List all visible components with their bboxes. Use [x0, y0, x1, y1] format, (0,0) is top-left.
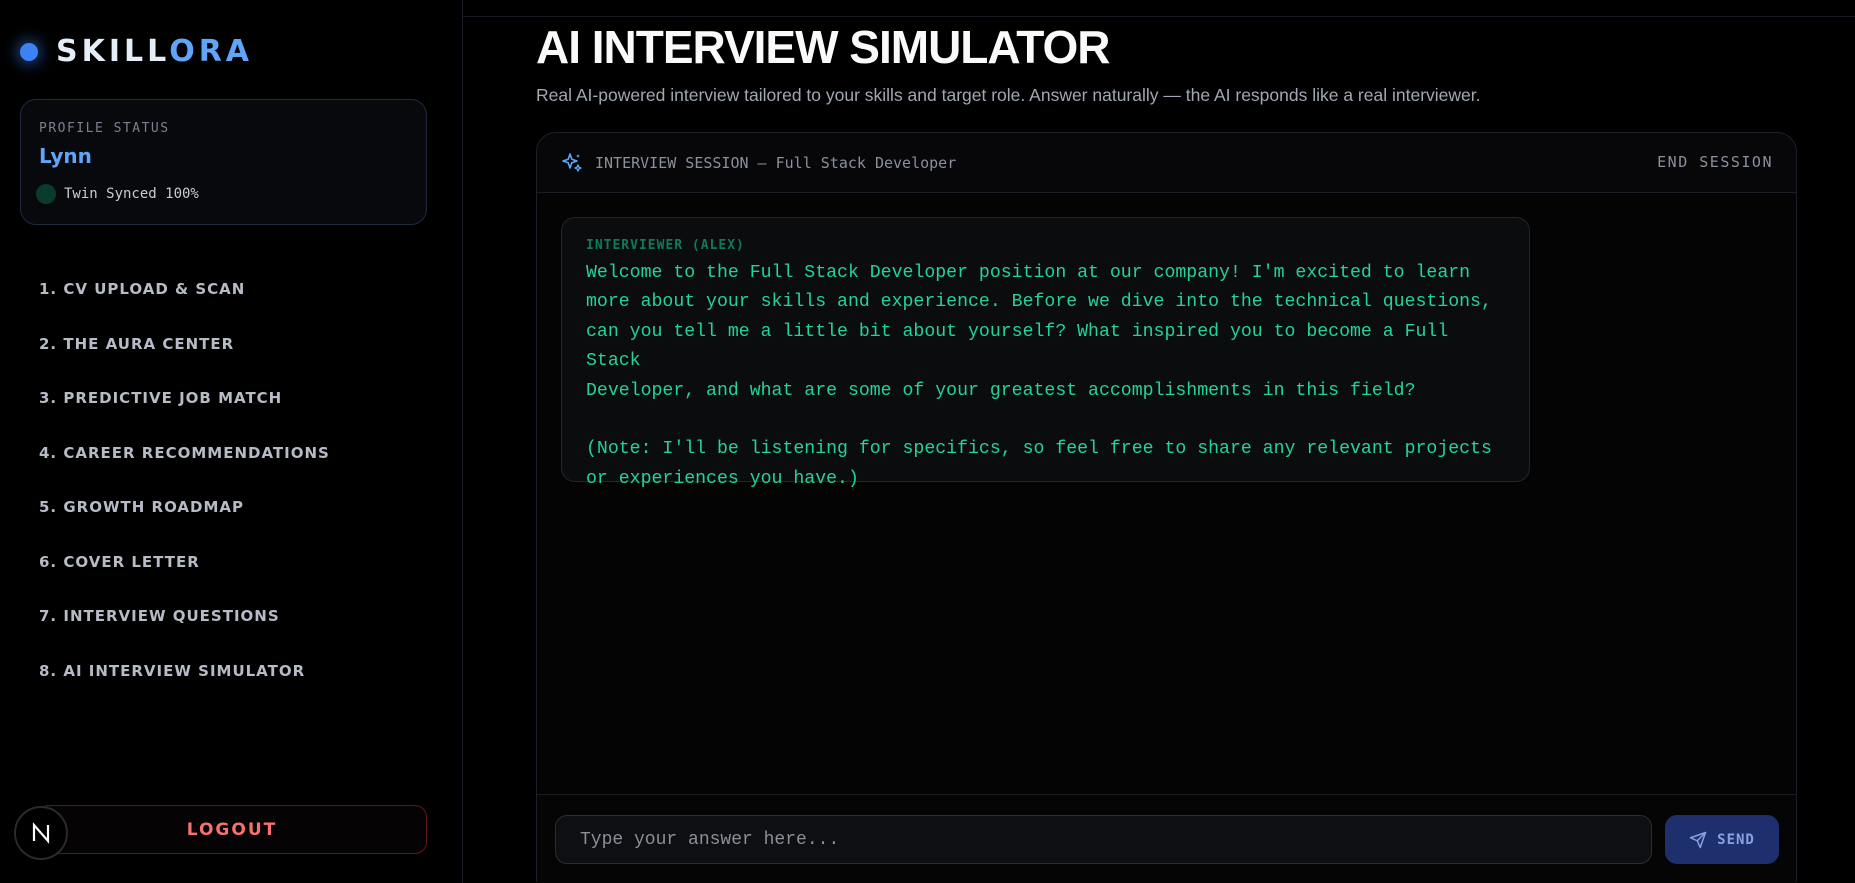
- sync-status-text: Twin Synced 100%: [64, 186, 199, 202]
- message-sender: INTERVIEWER (ALEX): [586, 238, 745, 253]
- top-divider: [463, 16, 1855, 17]
- profile-card: PROFILE STATUS Lynn Twin Synced 100%: [20, 99, 427, 225]
- n-badge[interactable]: [14, 806, 68, 860]
- sync-dot-icon: [36, 184, 56, 204]
- logo-dot-icon: [20, 42, 38, 61]
- logo[interactable]: SKILLORA: [20, 34, 253, 69]
- sidebar-item-interview-questions[interactable]: 7. INTERVIEW QUESTIONS: [39, 589, 330, 644]
- interviewer-message: INTERVIEWER (ALEX) Welcome to the Full S…: [561, 217, 1530, 489]
- sidebar-item-career-recommendations[interactable]: 4. CAREER RECOMMENDATIONS: [39, 426, 330, 481]
- profile-status-label: PROFILE STATUS: [39, 121, 170, 136]
- session-header: INTERVIEW SESSION — Full Stack Developer…: [537, 133, 1796, 193]
- page-subtitle: Real AI-powered interview tailored to yo…: [536, 85, 1481, 105]
- send-label: SEND: [1717, 831, 1755, 848]
- n-logo-icon: [32, 822, 50, 844]
- message-text: Welcome to the Full Stack Developer posi…: [586, 263, 1492, 489]
- send-button[interactable]: SEND: [1665, 815, 1779, 864]
- interview-session-panel: INTERVIEW SESSION — Full Stack Developer…: [536, 132, 1797, 883]
- sparkles-icon: [562, 153, 582, 172]
- sidebar-item-growth-roadmap[interactable]: 5. GROWTH ROADMAP: [39, 480, 330, 535]
- sidebar: SKILLORA PROFILE STATUS Lynn Twin Synced…: [0, 0, 463, 883]
- logo-text: SKILLORA: [56, 34, 254, 69]
- sidebar-item-ai-interview-simulator[interactable]: 8. AI INTERVIEW SIMULATOR: [39, 644, 330, 699]
- sidebar-item-job-match[interactable]: 3. PREDICTIVE JOB MATCH: [39, 371, 330, 426]
- answer-input[interactable]: [555, 815, 1652, 864]
- end-session-button[interactable]: END SESSION: [1657, 153, 1773, 171]
- sidebar-nav: 1. CV UPLOAD & SCAN 2. THE AURA CENTER 3…: [39, 262, 330, 698]
- sync-status: Twin Synced 100%: [36, 184, 199, 204]
- profile-name: Lynn: [39, 144, 92, 168]
- send-icon: [1689, 831, 1707, 848]
- sidebar-item-cover-letter[interactable]: 6. COVER LETTER: [39, 535, 330, 590]
- logout-button[interactable]: LOGOUT: [37, 805, 427, 854]
- sidebar-item-cv-upload[interactable]: 1. CV UPLOAD & SCAN: [39, 262, 330, 317]
- session-title: INTERVIEW SESSION — Full Stack Developer: [595, 154, 957, 172]
- answer-composer: SEND: [537, 794, 1796, 883]
- page-title: AI INTERVIEW SIMULATOR: [536, 21, 1110, 73]
- sidebar-item-aura-center[interactable]: 2. THE AURA CENTER: [39, 317, 330, 372]
